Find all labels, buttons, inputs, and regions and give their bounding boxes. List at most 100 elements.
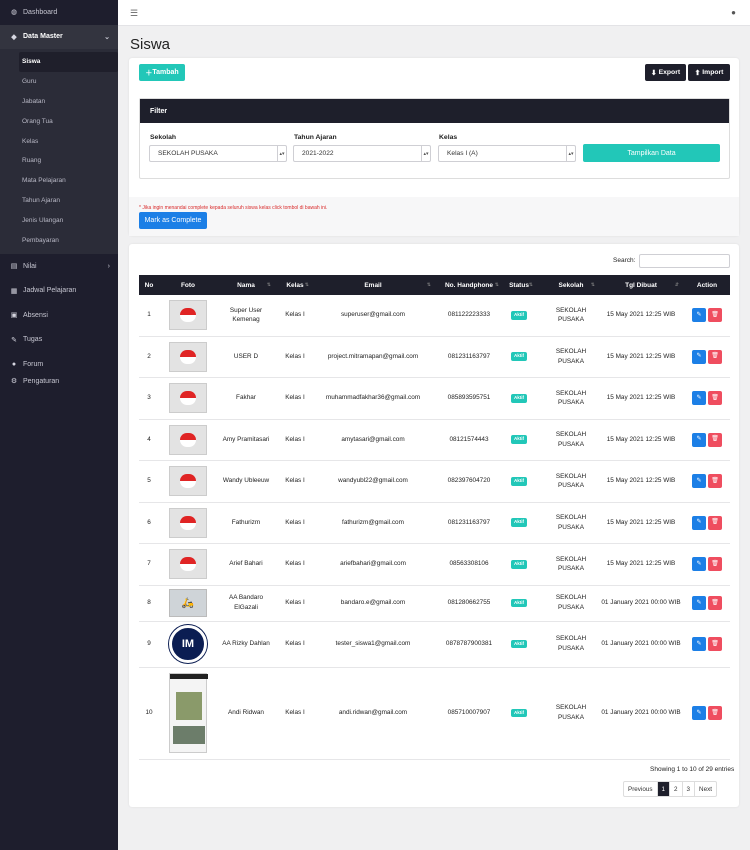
chat-icon: ● bbox=[11, 360, 17, 368]
header-no[interactable]: No bbox=[139, 275, 159, 295]
edit-button[interactable]: ✎ bbox=[692, 557, 706, 572]
cell-status: Aktif bbox=[503, 586, 535, 621]
delete-button[interactable]: 🗑 bbox=[708, 474, 722, 489]
sekolah-select[interactable]: SEKOLAH PUSAKA ▴▾ bbox=[149, 145, 287, 162]
cell-tgl-dibuat: 15 May 2021 12:25 WIB bbox=[606, 311, 676, 319]
delete-button[interactable]: 🗑 bbox=[708, 596, 722, 610]
header-kelas[interactable]: Kelas ⇅ bbox=[279, 275, 311, 295]
pagination-next[interactable]: Next bbox=[695, 782, 716, 796]
sidebar-item-jadwal-pelajaran[interactable]: ▦ Jadwal Pelajaran bbox=[0, 278, 118, 303]
sidebar-subitem-mata-pelajaran[interactable]: Mata Pelajaran bbox=[0, 171, 118, 191]
sidebar-item-nilai[interactable]: ▤ Nilai › bbox=[0, 254, 118, 279]
sort-icon: ⇵ bbox=[674, 282, 679, 288]
sidebar-subitem-ruang[interactable]: Ruang bbox=[0, 151, 118, 171]
cell-no: 3 bbox=[147, 394, 151, 402]
cell-email: wandyubl22@gmail.com bbox=[338, 477, 408, 485]
chevron-down-icon: ⌄ bbox=[104, 33, 110, 41]
plus-icon: ＋ bbox=[145, 69, 153, 77]
header-foto[interactable]: Foto bbox=[167, 275, 209, 295]
hamburger-menu-icon[interactable]: ☰ bbox=[130, 8, 138, 19]
avatar bbox=[169, 424, 207, 455]
sidebar-subitem-siswa[interactable]: Siswa bbox=[19, 52, 118, 72]
sidebar-item-forum[interactable]: ● Forum bbox=[0, 352, 118, 377]
cell-kelas: Kelas I bbox=[285, 599, 305, 607]
paperclip-icon: ✎ bbox=[11, 336, 17, 344]
cell-tgl-dibuat: 15 May 2021 12:25 WIB bbox=[606, 477, 676, 485]
cell-nama: Arief Bahari bbox=[229, 560, 263, 568]
pagination-page-1[interactable]: 1 bbox=[657, 782, 671, 796]
cell-sekolah: SEKOLAH PUSAKA bbox=[555, 472, 587, 490]
delete-button[interactable]: 🗑 bbox=[708, 432, 722, 447]
delete-button[interactable]: 🗑 bbox=[708, 557, 722, 572]
sidebar-item-data-master[interactable]: ◆ Data Master ⌄ bbox=[0, 24, 118, 49]
cell-status: Aktif bbox=[503, 295, 535, 336]
edit-button[interactable]: ✎ bbox=[692, 391, 706, 406]
cell-email: andi.ridwan@gmail.com bbox=[338, 709, 408, 717]
tampilkan-data-button[interactable]: Tampilkan Data bbox=[583, 144, 720, 162]
cell-action: ✎ 🗑 bbox=[687, 586, 727, 621]
header-sekolah[interactable]: Sekolah ⇅ bbox=[545, 275, 597, 295]
sidebar-item-dashboard[interactable]: ◍ Dashboard bbox=[0, 0, 118, 25]
clipboard-icon: ▣ bbox=[10, 312, 18, 320]
sidebar-subitem-tahun-ajaran[interactable]: Tahun Ajaran bbox=[0, 191, 118, 211]
sidebar-subitem-kelas[interactable]: Kelas bbox=[0, 131, 118, 151]
header-tgl-dibuat[interactable]: Tgl Dibuat ⇵ bbox=[601, 275, 681, 295]
delete-button[interactable]: 🗑 bbox=[708, 637, 722, 651]
cell-status: Aktif bbox=[503, 503, 535, 544]
header-email[interactable]: Email ⇅ bbox=[313, 275, 433, 295]
user-icon[interactable]: ● bbox=[731, 8, 736, 17]
sidebar-subitem-orang-tua[interactable]: Orang Tua bbox=[0, 111, 118, 131]
cell-action: ✎ 🗑 bbox=[687, 420, 727, 461]
pagination-page-3[interactable]: 3 bbox=[683, 782, 696, 796]
sidebar-subitem-guru[interactable]: Guru bbox=[0, 72, 118, 92]
kelas-select[interactable]: Kelas I (A) ▴▾ bbox=[438, 145, 576, 162]
cell-tgl-dibuat: 15 May 2021 12:25 WIB bbox=[606, 435, 676, 443]
delete-button[interactable]: 🗑 bbox=[708, 706, 722, 720]
header-nama[interactable]: Nama ⇅ bbox=[219, 275, 273, 295]
pagination-previous[interactable]: Previous bbox=[624, 782, 658, 796]
cell-tgl-dibuat: 15 May 2021 12:25 WIB bbox=[606, 394, 676, 402]
dashboard-icon: ◍ bbox=[10, 9, 18, 17]
edit-button[interactable]: ✎ bbox=[692, 349, 706, 364]
cell-foto bbox=[167, 544, 209, 585]
edit-button[interactable]: ✎ bbox=[692, 515, 706, 530]
edit-button[interactable]: ✎ bbox=[692, 637, 706, 651]
search-input[interactable] bbox=[639, 254, 730, 268]
delete-button[interactable]: 🗑 bbox=[708, 515, 722, 530]
sidebar-item-label: Tugas bbox=[23, 336, 43, 344]
sidebar-subitem-jenis-ulangan[interactable]: Jenis Ulangan bbox=[0, 210, 118, 230]
cell-no: 8 bbox=[147, 599, 151, 607]
table-row: 6 Fathurizm Kelas I fathurizm@gmail.com … bbox=[139, 503, 730, 544]
import-button[interactable]: ⬆ Import bbox=[688, 64, 730, 81]
edit-button[interactable]: ✎ bbox=[692, 432, 706, 447]
edit-button[interactable]: ✎ bbox=[692, 596, 706, 610]
pagination-page-2[interactable]: 2 bbox=[670, 782, 683, 796]
sidebar-item-label: Pengaturan bbox=[23, 377, 60, 385]
kelas-label: Kelas bbox=[439, 134, 458, 141]
header-no-handphone[interactable]: No. Handphone ⇅ bbox=[437, 275, 501, 295]
delete-button[interactable]: 🗑 bbox=[708, 308, 722, 323]
edit-button[interactable]: ✎ bbox=[692, 474, 706, 489]
sidebar-item-label: Absensi bbox=[23, 311, 48, 319]
table-row: 7 Arief Bahari Kelas I ariefbahari@gmail… bbox=[139, 544, 730, 586]
status-badge: Aktif bbox=[511, 559, 527, 569]
sidebar-subitem-pembayaran[interactable]: Pembayaran bbox=[0, 230, 118, 250]
sekolah-label: Sekolah bbox=[150, 134, 177, 141]
sidebar-item-pengaturan[interactable]: ⚙ Pengaturan bbox=[0, 376, 118, 386]
mark-as-complete-button[interactable]: Mark as Complete bbox=[139, 212, 207, 229]
sidebar-item-absensi[interactable]: ▣ Absensi bbox=[0, 303, 118, 328]
sidebar-subitem-jabatan[interactable]: Jabatan bbox=[0, 92, 118, 112]
header-status[interactable]: Status ⇅ bbox=[503, 275, 535, 295]
tambah-button[interactable]: ＋ Tambah bbox=[139, 64, 185, 81]
cell-tgl-dibuat: 01 January 2021 00:00 WIB bbox=[601, 599, 681, 607]
delete-button[interactable]: 🗑 bbox=[708, 391, 722, 406]
cell-status: Aktif bbox=[503, 544, 535, 585]
sidebar-item-tugas[interactable]: ✎ Tugas bbox=[0, 327, 118, 352]
delete-button[interactable]: 🗑 bbox=[708, 349, 722, 364]
cell-sekolah: SEKOLAH PUSAKA bbox=[555, 594, 587, 611]
edit-button[interactable]: ✎ bbox=[692, 308, 706, 323]
edit-button[interactable]: ✎ bbox=[692, 706, 706, 720]
tahun-ajaran-select[interactable]: 2021-2022 ▴▾ bbox=[293, 145, 431, 162]
cell-no: 9 bbox=[147, 640, 151, 648]
export-button[interactable]: ⬇ Export bbox=[645, 64, 686, 81]
